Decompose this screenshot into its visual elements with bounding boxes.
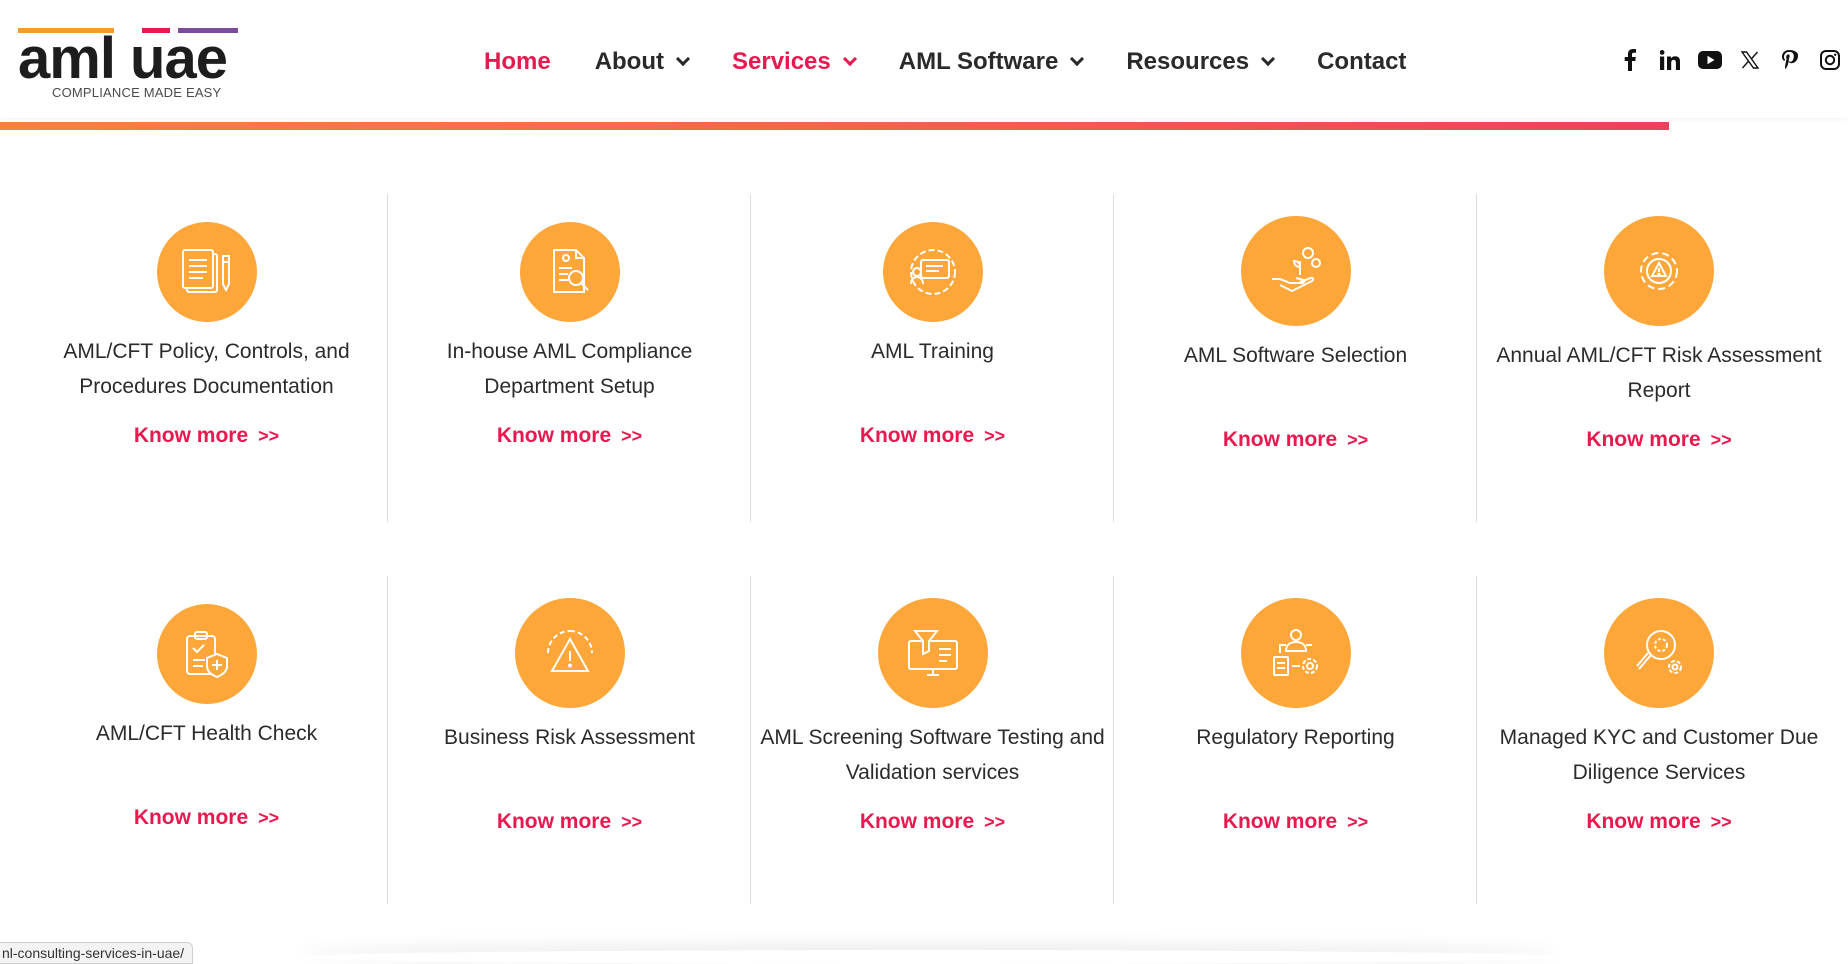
service-title: AML Software Selection — [1183, 344, 1408, 367]
service-title: Business Risk Assessment — [444, 726, 695, 749]
know-more-label: Know more — [859, 810, 975, 833]
nav-contact[interactable]: Contact — [1317, 48, 1406, 76]
services-grid: AML/CFT Policy, Controls, and Procedures… — [26, 194, 1838, 904]
services-row-1: AML/CFT Policy, Controls, and Procedures… — [26, 194, 1838, 522]
arrow-right-icon: >> — [621, 426, 643, 446]
service-title: AML/CFT Policy, Controls, and Procedures… — [63, 340, 350, 398]
arrow-right-icon: >> — [1710, 812, 1732, 832]
instagram-icon[interactable] — [1818, 48, 1842, 72]
clipboard-shield-icon — [156, 604, 257, 704]
arrow-right-icon: >> — [621, 812, 643, 832]
service-title: AML/CFT Health Check — [95, 722, 318, 745]
know-more-link[interactable]: Know more >> — [26, 424, 387, 448]
know-more-label: Know more — [1222, 810, 1338, 833]
x-icon[interactable] — [1738, 48, 1762, 72]
arrow-right-icon: >> — [984, 426, 1006, 446]
facebook-icon[interactable] — [1618, 48, 1642, 72]
chevron-down-icon — [1070, 51, 1085, 67]
know-more-link[interactable]: Know more >> — [26, 806, 387, 830]
bottom-shadow — [300, 950, 1560, 964]
logo-wordmark: aml uae — [18, 26, 228, 91]
service-card: Annual AML/CFT Risk Assessment Report Kn… — [1478, 194, 1840, 522]
chevron-down-icon — [842, 51, 857, 67]
know-more-link[interactable]: Know more >> — [1478, 810, 1840, 834]
know-more-label: Know more — [1586, 810, 1701, 833]
hand-coins-icon — [1240, 216, 1351, 326]
nav-about-label: About — [594, 48, 664, 75]
logo[interactable]: aml uae COMPLIANCE MADE EASY — [18, 28, 248, 100]
nav-home-label: Home — [484, 48, 551, 75]
youtube-icon[interactable] — [1698, 48, 1722, 72]
service-title: In-house AML Compliance Department Setup — [446, 340, 693, 398]
nav-aml-software-label: AML Software — [898, 48, 1059, 75]
know-more-label: Know more — [1586, 428, 1701, 451]
know-more-label: Know more — [133, 424, 249, 447]
service-card: AML Screening Software Testing and Valid… — [752, 576, 1114, 904]
nav-resources-label: Resources — [1126, 48, 1250, 75]
arrow-right-icon: >> — [984, 812, 1006, 832]
service-title: Managed KYC and Customer Due Diligence S… — [1499, 726, 1819, 784]
nav-services-label: Services — [732, 48, 831, 75]
nav-aml-software[interactable]: AML Software — [898, 48, 1085, 76]
nav-services[interactable]: Services — [732, 48, 857, 76]
services-row-2: AML/CFT Health Check Know more >> Busines… — [26, 576, 1838, 904]
know-more-label: Know more — [859, 424, 975, 447]
chevron-down-icon — [675, 51, 691, 67]
social-links — [1602, 48, 1842, 72]
person-report-icon — [1240, 598, 1351, 708]
service-title: AML Screening Software Testing and Valid… — [760, 726, 1105, 784]
logo-tagline: COMPLIANCE MADE EASY — [52, 85, 222, 100]
nav-resources[interactable]: Resources — [1126, 48, 1276, 76]
service-title: Annual AML/CFT Risk Assessment Report — [1496, 344, 1822, 402]
know-more-link[interactable]: Know more >> — [752, 424, 1113, 448]
know-more-label: Know more — [496, 424, 612, 447]
know-more-link[interactable]: Know more >> — [1115, 428, 1476, 452]
service-card: Managed KYC and Customer Due Diligence S… — [1478, 576, 1840, 904]
service-title: AML Training — [871, 340, 994, 363]
linkedin-icon[interactable] — [1658, 48, 1682, 72]
status-bar-url: nl-consulting-services-in-uae/ — [0, 942, 194, 964]
arrow-right-icon: >> — [1347, 812, 1369, 832]
warning-gear-icon — [514, 598, 625, 708]
document-pen-icon — [156, 222, 257, 322]
know-more-label: Know more — [496, 810, 612, 833]
nav-about[interactable]: About — [594, 48, 691, 76]
arrow-right-icon: >> — [1347, 430, 1369, 450]
service-card: Business Risk Assessment Know more >> — [389, 576, 751, 904]
service-card: Regulatory Reporting Know more >> — [1115, 576, 1477, 904]
know-more-link[interactable]: Know more >> — [389, 424, 750, 448]
service-card: In-house AML Compliance Department Setup… — [389, 194, 751, 522]
know-more-link[interactable]: Know more >> — [1115, 810, 1476, 834]
arrow-right-icon: >> — [1710, 430, 1732, 450]
site-header: aml uae COMPLIANCE MADE EASY Home About … — [0, 0, 1848, 118]
know-more-link[interactable]: Know more >> — [389, 810, 750, 834]
know-more-label: Know more — [1222, 428, 1338, 451]
arrow-right-icon: >> — [258, 426, 280, 446]
know-more-label: Know more — [133, 806, 249, 829]
training-gear-icon — [882, 222, 983, 322]
nav-home[interactable]: Home — [484, 48, 551, 76]
main-nav: Home About Services AML Software Resourc… — [484, 44, 1450, 80]
service-title: Regulatory Reporting — [1196, 726, 1395, 749]
gear-warning-icon — [1604, 216, 1714, 326]
service-card: AML/CFT Health Check Know more >> — [26, 576, 388, 904]
service-card: AML Training Know more >> — [752, 194, 1114, 522]
service-card: AML/CFT Policy, Controls, and Procedures… — [26, 194, 388, 522]
header-gradient-bar — [0, 122, 1669, 130]
arrow-right-icon: >> — [258, 808, 280, 828]
monitor-funnel-icon — [877, 598, 988, 708]
service-card: AML Software Selection Know more >> — [1115, 194, 1477, 522]
document-search-icon — [519, 222, 620, 322]
pinterest-icon[interactable] — [1778, 48, 1802, 72]
know-more-link[interactable]: Know more >> — [752, 810, 1113, 834]
nav-contact-label: Contact — [1317, 48, 1407, 75]
magnifier-gears-icon — [1604, 598, 1714, 708]
chevron-down-icon — [1261, 51, 1276, 67]
know-more-link[interactable]: Know more >> — [1478, 428, 1840, 452]
